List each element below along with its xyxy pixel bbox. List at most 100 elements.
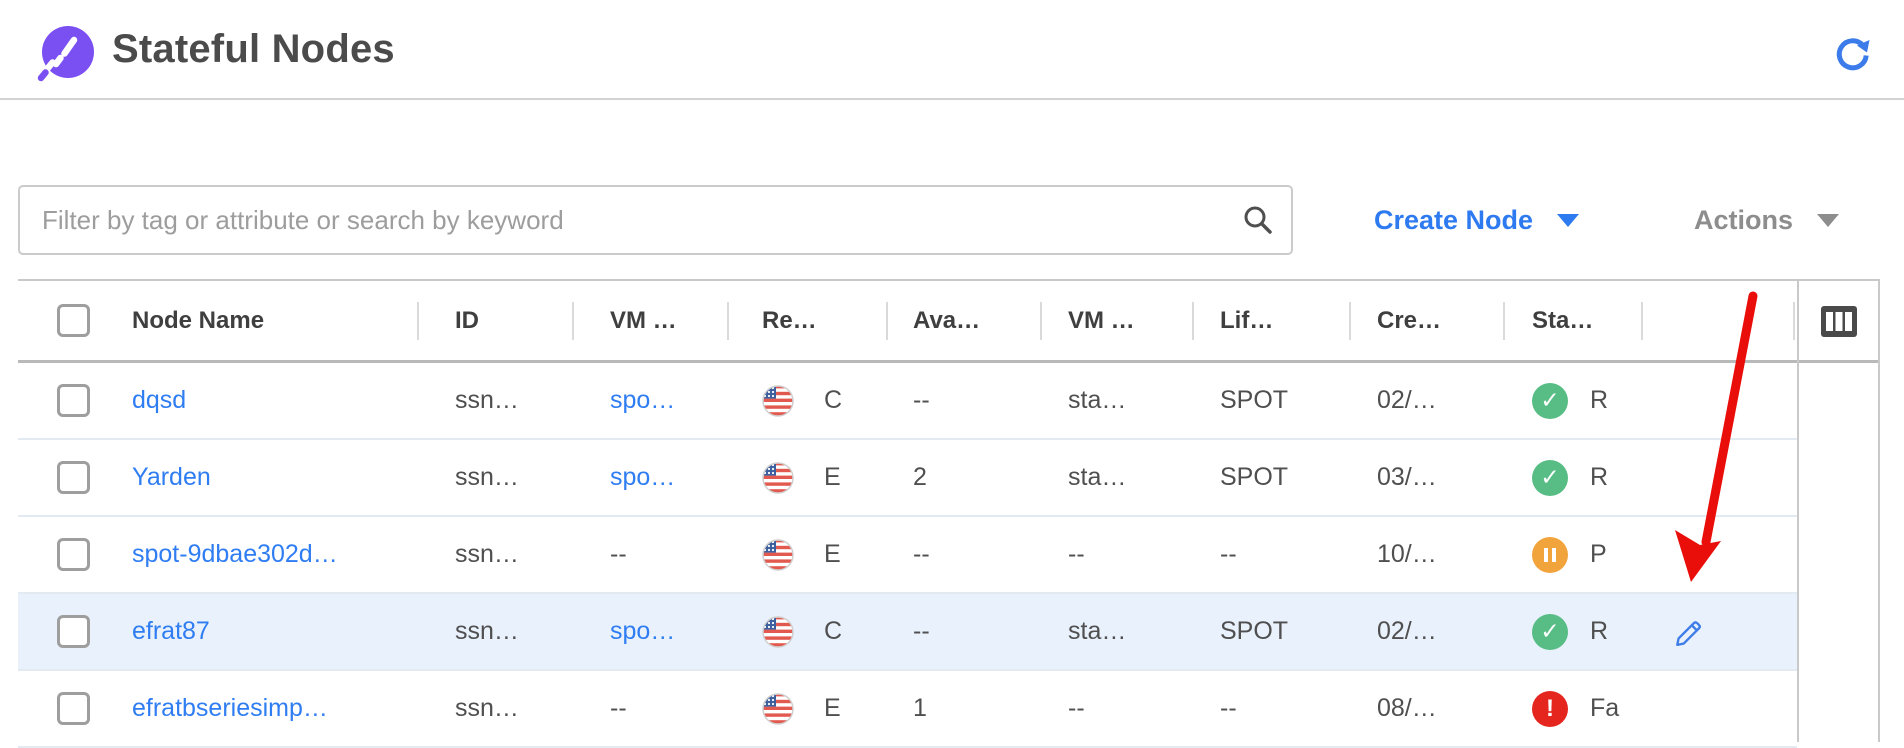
- availability-zone-value: 1: [913, 694, 927, 723]
- region-value: C: [824, 617, 842, 646]
- stateful-nodes-table: Node Name ID VM … Re… Ava… VM … Lif… Cre…: [18, 279, 1880, 742]
- created-value: 02/…: [1377, 386, 1437, 415]
- table-header-row: Node Name ID VM … Re… Ava… VM … Lif… Cre…: [18, 281, 1880, 363]
- row-checkbox[interactable]: [57, 692, 90, 725]
- vm-name-link[interactable]: spo…: [610, 617, 675, 646]
- chevron-down-icon: [1817, 214, 1839, 227]
- search-icon[interactable]: [1242, 204, 1274, 236]
- status-icon: [1532, 537, 1568, 573]
- table-row[interactable]: efrat87 ssn… spo… C -- sta… SPOT 02/… R: [18, 594, 1797, 671]
- create-node-label: Create Node: [1374, 205, 1533, 236]
- column-header-vm-name[interactable]: VM …: [572, 281, 727, 360]
- status-label: R: [1590, 386, 1608, 415]
- create-node-button[interactable]: Create Node: [1374, 185, 1579, 255]
- column-divider: [1503, 302, 1505, 340]
- lifecycle-value: SPOT: [1220, 617, 1288, 646]
- row-checkbox[interactable]: [57, 615, 90, 648]
- availability-zone-value: --: [913, 617, 930, 646]
- row-checkbox[interactable]: [57, 384, 90, 417]
- vm-size-value: sta…: [1068, 463, 1126, 492]
- status-label: P: [1590, 540, 1607, 569]
- vm-name-value: --: [610, 540, 627, 569]
- lifecycle-value: SPOT: [1220, 463, 1288, 492]
- actions-button[interactable]: Actions: [1694, 185, 1839, 255]
- column-header-status[interactable]: Sta…: [1503, 281, 1641, 360]
- region-value: E: [824, 694, 841, 723]
- us-flag-icon: [762, 385, 794, 417]
- vm-size-value: --: [1068, 540, 1085, 569]
- actions-label: Actions: [1694, 205, 1793, 236]
- column-header-id[interactable]: ID: [417, 281, 572, 360]
- region-value: E: [824, 540, 841, 569]
- node-id: ssn…: [455, 694, 519, 723]
- status-label: R: [1590, 463, 1608, 492]
- status-icon: [1532, 383, 1568, 419]
- created-value: 02/…: [1377, 617, 1437, 646]
- vm-name-link[interactable]: spo…: [610, 386, 675, 415]
- pencil-icon: [1673, 617, 1703, 647]
- table-border: [1878, 281, 1880, 742]
- table-row[interactable]: dqsd ssn… spo… C -- sta… SPOT 02/… R: [18, 363, 1797, 440]
- vm-size-value: sta…: [1068, 617, 1126, 646]
- status-label: Fa: [1590, 694, 1619, 723]
- column-divider: [886, 302, 888, 340]
- status-icon: [1532, 614, 1568, 650]
- table-row[interactable]: efratbseriesimp… ssn… -- E 1 -- -- 08/… …: [18, 671, 1797, 748]
- status-label: R: [1590, 617, 1608, 646]
- row-checkbox[interactable]: [57, 538, 90, 571]
- node-name-link[interactable]: efrat87: [132, 617, 210, 646]
- column-divider: [727, 302, 729, 340]
- app-header: Stateful Nodes: [0, 0, 1904, 100]
- column-header-created[interactable]: Cre…: [1349, 281, 1503, 360]
- us-flag-icon: [762, 462, 794, 494]
- availability-zone-value: --: [913, 386, 930, 415]
- column-divider: [1641, 302, 1643, 340]
- column-divider: [1349, 302, 1351, 340]
- column-divider: [572, 302, 574, 340]
- refresh-button[interactable]: [1833, 35, 1873, 75]
- columns-icon: [1821, 306, 1857, 337]
- edit-node-button[interactable]: [1673, 617, 1703, 647]
- table-row[interactable]: Yarden ssn… spo… E 2 sta… SPOT 03/… R: [18, 440, 1797, 517]
- vm-size-value: --: [1068, 694, 1085, 723]
- lifecycle-value: --: [1220, 694, 1237, 723]
- node-name-link[interactable]: Yarden: [132, 463, 211, 492]
- spot-logo-icon: [34, 22, 98, 86]
- column-divider: [1192, 302, 1194, 340]
- node-id: ssn…: [455, 386, 519, 415]
- node-id: ssn…: [455, 540, 519, 569]
- table-row[interactable]: spot-9dbae302d… ssn… -- E -- -- -- 10/… …: [18, 517, 1797, 594]
- node-name-link[interactable]: dqsd: [132, 386, 186, 415]
- node-name-link[interactable]: efratbseriesimp…: [132, 694, 328, 723]
- node-name-link[interactable]: spot-9dbae302d…: [132, 540, 338, 569]
- vm-name-value: --: [610, 694, 627, 723]
- table-border: [1797, 281, 1799, 742]
- created-value: 10/…: [1377, 540, 1437, 569]
- status-icon: [1532, 460, 1568, 496]
- page-title: Stateful Nodes: [112, 0, 395, 98]
- vm-name-link[interactable]: spo…: [610, 463, 675, 492]
- lifecycle-value: --: [1220, 540, 1237, 569]
- refresh-icon: [1833, 35, 1873, 75]
- column-divider: [417, 302, 419, 340]
- created-value: 03/…: [1377, 463, 1437, 492]
- region-value: E: [824, 463, 841, 492]
- created-value: 08/…: [1377, 694, 1437, 723]
- availability-zone-value: --: [913, 540, 930, 569]
- column-header-availability-zone[interactable]: Ava…: [886, 281, 1040, 360]
- lifecycle-value: SPOT: [1220, 386, 1288, 415]
- column-header-node-name[interactable]: Node Name: [110, 281, 417, 360]
- column-divider: [1793, 302, 1795, 340]
- us-flag-icon: [762, 539, 794, 571]
- column-header-lifecycle[interactable]: Lif…: [1192, 281, 1349, 360]
- column-header-region[interactable]: Re…: [727, 281, 886, 360]
- filter-input[interactable]: [18, 185, 1293, 255]
- row-checkbox[interactable]: [57, 461, 90, 494]
- column-settings-button[interactable]: [1821, 306, 1857, 337]
- select-all-checkbox[interactable]: [57, 304, 90, 337]
- chevron-down-icon: [1557, 214, 1579, 227]
- column-header-vm-size[interactable]: VM …: [1040, 281, 1192, 360]
- region-value: C: [824, 386, 842, 415]
- node-id: ssn…: [455, 463, 519, 492]
- us-flag-icon: [762, 693, 794, 725]
